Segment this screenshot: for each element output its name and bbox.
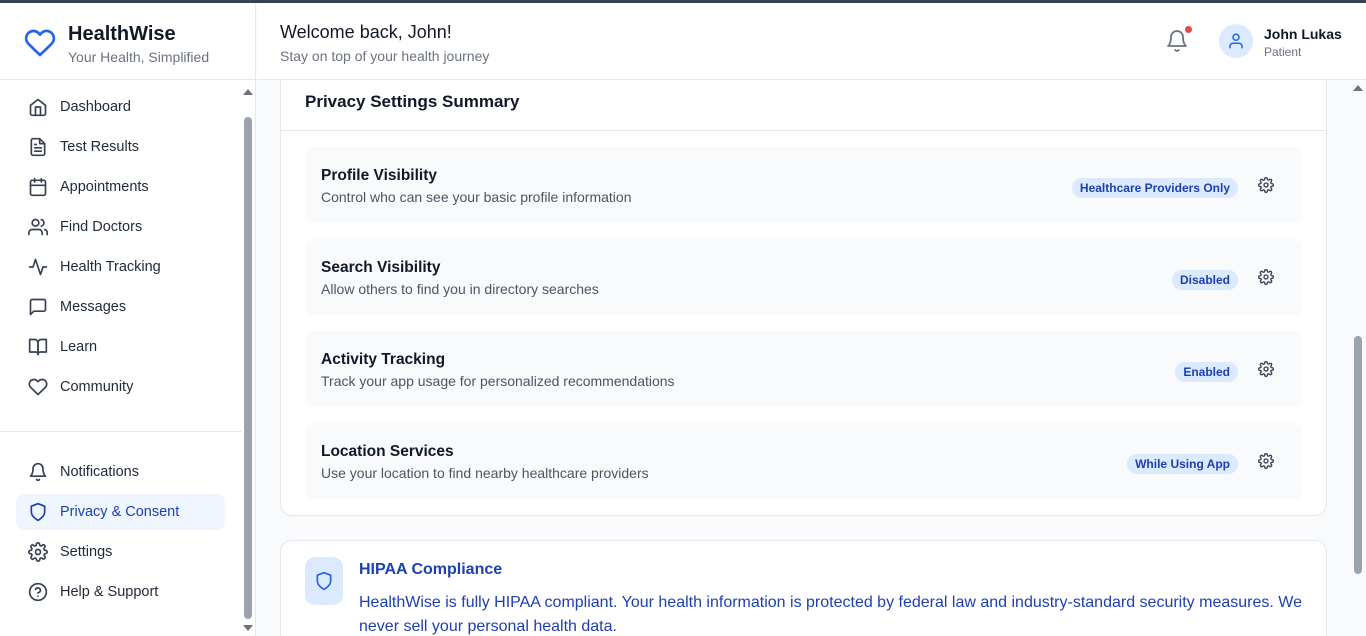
shield-icon [28,502,48,522]
nav-divider [0,431,242,432]
sidebar-item-label: Appointments [60,179,149,195]
sidebar-item-privacy-consent[interactable]: Privacy & Consent [16,494,225,530]
sidebar-item-label: Privacy & Consent [60,504,180,520]
page-subtitle: Stay on top of your health journey [280,48,490,64]
message-icon [28,297,48,317]
sidebar-item-notifications[interactable]: Notifications [16,454,225,490]
activity-icon [28,257,48,277]
status-badge: While Using App [1127,454,1238,474]
hipaa-compliance-card: HIPAA Compliance HealthWise is fully HIP… [280,540,1327,636]
scroll-down-arrow-icon[interactable] [243,625,253,631]
home-icon [28,97,48,117]
sidebar-item-community[interactable]: Community [16,369,225,405]
sidebar-item-label: Messages [60,299,127,315]
user-name[interactable]: John Lukas [1264,26,1342,42]
sidebar-item-dashboard[interactable]: Dashboard [16,89,225,125]
sidebar-item-appointments[interactable]: Appointments [16,169,225,205]
status-badge: Healthcare Providers Only [1071,178,1238,198]
users-icon [28,217,48,237]
brand[interactable]: HealthWise Your Health, Simplified [0,3,255,80]
setting-description: Allow others to find you in directory se… [321,281,599,297]
hipaa-title: HIPAA Compliance [359,561,503,578]
bell-icon [28,462,48,482]
hipaa-icon-box [305,557,343,605]
gear-icon[interactable] [1258,177,1274,193]
sidebar-item-test-results[interactable]: Test Results [16,129,225,165]
setting-description: Track your app usage for personalized re… [321,373,675,389]
book-icon [28,337,48,357]
calendar-icon [28,177,48,197]
sidebar-item-messages[interactable]: Messages [16,289,225,325]
avatar[interactable] [1219,24,1253,58]
user-role: Patient [1264,45,1302,59]
sidebar-item-label: Help & Support [60,584,159,600]
sidebar-scrollbar-thumb[interactable] [244,117,252,619]
status-badge: Enabled [1175,362,1238,382]
sidebar-item-label: Learn [60,339,98,355]
document-icon [28,137,48,157]
app-tagline: Your Health, Simplified [68,49,210,65]
shield-icon [316,571,332,591]
sidebar-item-label: Settings [60,544,113,560]
setting-search-visibility: Search Visibility Allow others to find y… [305,239,1302,315]
setting-profile-visibility: Profile Visibility Control who can see y… [305,147,1302,223]
setting-activity-tracking: Activity Tracking Track your app usage f… [305,331,1302,407]
sidebar-item-find-doctors[interactable]: Find Doctors [16,209,225,245]
gear-icon [28,542,48,562]
sidebar-item-help-support[interactable]: Help & Support [16,574,225,610]
setting-title: Activity Tracking [321,351,446,368]
sidebar-item-label: Dashboard [60,99,131,115]
sidebar-item-health-tracking[interactable]: Health Tracking [16,249,225,285]
setting-title: Profile Visibility [321,167,438,184]
hipaa-text: HealthWise is fully HIPAA compliant. You… [359,594,1302,635]
notification-bell-icon[interactable] [1165,29,1189,53]
sidebar-item-label: Find Doctors [60,219,143,235]
sidebar-item-label: Notifications [60,464,139,480]
sidebar: HealthWise Your Health, Simplified Dashb… [0,3,256,636]
sidebar-item-label: Community [60,379,134,395]
setting-description: Control who can see your basic profile i… [321,189,632,205]
card-title: Privacy Settings Summary [305,92,520,111]
page-title: Welcome back, John! [280,22,452,42]
gear-icon[interactable] [1258,453,1274,469]
status-badge: Disabled [1171,270,1238,290]
gear-icon[interactable] [1258,361,1274,377]
app-name: HealthWise [68,23,176,45]
privacy-summary-card: Privacy Settings Summary Profile Visibil… [280,80,1327,516]
setting-description: Use your location to find nearby healthc… [321,465,649,481]
heart-icon [28,377,48,397]
sidebar-item-learn[interactable]: Learn [16,329,225,365]
heart-logo-icon [24,29,56,57]
notification-dot [1185,26,1192,33]
main-scroll-up-arrow-icon[interactable] [1353,85,1363,91]
sidebar-item-label: Health Tracking [60,259,161,275]
top-header: Welcome back, John! Stay on top of your … [257,3,1366,80]
user-icon [1229,33,1243,49]
scroll-up-arrow-icon[interactable] [243,89,253,95]
setting-title: Location Services [321,443,454,460]
help-icon [28,582,48,602]
divider [281,130,1326,131]
main-scrollbar-thumb[interactable] [1354,336,1362,574]
setting-location-services: Location Services Use your location to f… [305,423,1302,499]
sidebar-item-label: Test Results [60,139,139,155]
sidebar-item-settings[interactable]: Settings [16,534,225,570]
gear-icon[interactable] [1258,269,1274,285]
setting-title: Search Visibility [321,259,441,276]
